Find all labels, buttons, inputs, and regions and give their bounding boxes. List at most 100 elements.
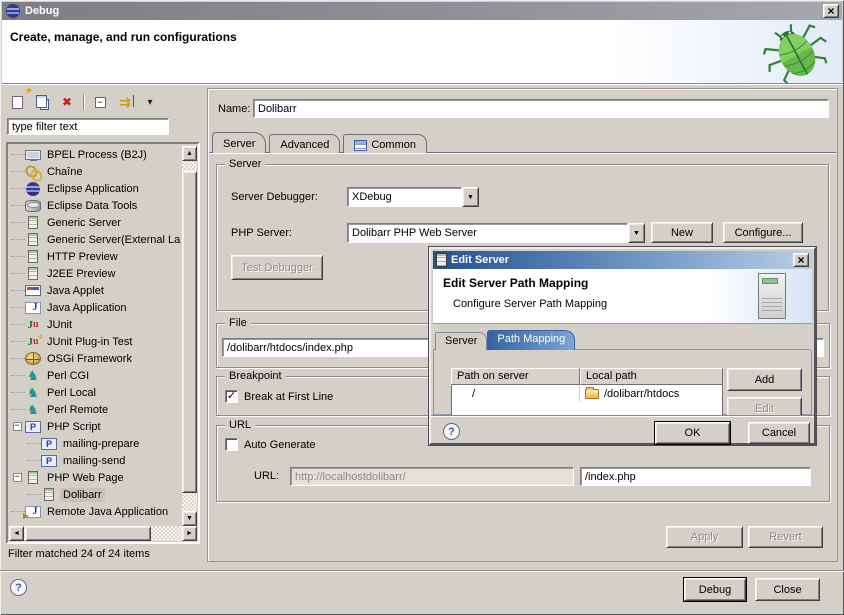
table-header-row: Path on server Local path: [451, 368, 723, 385]
configurations-panel: BPEL Process (B2J) Chaîne Eclipse Applic…: [4, 88, 203, 562]
tree-item-j2ee-preview[interactable]: J2EE Preview: [9, 265, 182, 282]
help-icon[interactable]: [10, 579, 27, 596]
collapse-expander-icon[interactable]: [13, 473, 22, 482]
perl-icon: [25, 402, 41, 418]
tree-item-dolibarr[interactable]: Dolibarr: [9, 486, 182, 503]
tab-common[interactable]: Common: [343, 134, 427, 153]
edit-server-dialog: Edit Server Edit Server Path Mapping Con…: [429, 247, 816, 445]
server-icon: [25, 470, 41, 486]
filter-icon[interactable]: [114, 91, 136, 113]
tree-item-chaine[interactable]: Chaîne: [9, 163, 182, 180]
tree-item-perl-remote[interactable]: Perl Remote: [9, 401, 182, 418]
new-configuration-icon[interactable]: [6, 91, 28, 113]
revert-button: Revert: [748, 526, 823, 548]
name-input[interactable]: [253, 99, 829, 118]
tree-item-mailing-send[interactable]: mailing-send: [9, 452, 182, 469]
name-label: Name:: [218, 103, 250, 115]
tree-item-bpel-process[interactable]: BPEL Process (B2J): [9, 146, 182, 163]
server-icon: [25, 232, 41, 248]
edit-server-title: Edit Server: [451, 254, 509, 266]
tree-item-php-script[interactable]: PHP Script: [9, 418, 182, 435]
server-icon: [25, 215, 41, 231]
edit-server-subheading: Configure Server Path Mapping: [453, 298, 607, 310]
collapse-expander-icon[interactable]: [13, 422, 22, 431]
help-icon[interactable]: [443, 423, 460, 440]
edit-server-tabs: Server Path Mapping: [435, 330, 575, 350]
php-icon: [25, 421, 41, 433]
close-icon[interactable]: [823, 4, 839, 18]
add-mapping-button[interactable]: Add: [727, 368, 802, 391]
column-local-path[interactable]: Local path: [580, 368, 723, 385]
close-icon[interactable]: [793, 253, 809, 267]
configurations-toolbar: [6, 90, 161, 114]
server-tower-icon: [758, 273, 786, 319]
banner-title: Create, manage, and run configurations: [10, 30, 237, 44]
server-icon: [25, 266, 41, 282]
window-title: Debug: [25, 5, 59, 17]
collapse-all-icon[interactable]: [89, 91, 111, 113]
php-server-label: PHP Server:: [231, 227, 292, 239]
test-debugger-button: Test Debugger: [231, 255, 323, 280]
tree-item-mailing-prepare[interactable]: mailing-prepare: [9, 435, 182, 452]
tree-item-junit-plugin-test[interactable]: JUnit Plug-in Test: [9, 333, 182, 350]
chevron-down-icon[interactable]: [462, 187, 479, 207]
table-row[interactable]: / /dolibarr/htdocs: [452, 385, 722, 402]
tree-item-osgi-framework[interactable]: OSGi Framework: [9, 350, 182, 367]
new-server-button[interactable]: New: [651, 222, 713, 243]
banner: Create, manage, and run configurations: [2, 20, 842, 84]
tree-item-junit[interactable]: JUnit: [9, 316, 182, 333]
breakpoint-group-label: Breakpoint: [225, 370, 286, 382]
tree-item-eclipse-data-tools[interactable]: Eclipse Data Tools: [9, 197, 182, 214]
server-icon: [41, 487, 57, 503]
tab-server[interactable]: Server: [212, 132, 266, 153]
title-bar: Debug: [2, 2, 842, 20]
horizontal-scroll-thumb[interactable]: [25, 526, 151, 541]
chevron-down-icon[interactable]: [628, 223, 645, 243]
perl-icon: [25, 368, 41, 384]
edit-server-button-bar: OK Cancel: [431, 415, 814, 443]
eclipse-icon: [5, 3, 21, 19]
ok-button[interactable]: OK: [655, 422, 730, 444]
column-path-on-server[interactable]: Path on server: [451, 368, 580, 385]
tab-path-mapping[interactable]: Path Mapping: [487, 330, 575, 350]
configure-server-button[interactable]: Configure...: [723, 222, 803, 243]
tree-item-generic-server[interactable]: Generic Server: [9, 214, 182, 231]
close-button[interactable]: Close: [755, 578, 820, 601]
duplicate-configuration-icon[interactable]: [31, 91, 53, 113]
tab-server-settings[interactable]: Server: [435, 332, 487, 350]
tree-item-java-applet[interactable]: Java Applet: [9, 282, 182, 299]
tab-advanced[interactable]: Advanced: [269, 134, 340, 153]
php-icon: [41, 438, 57, 450]
tree-item-php-web-page[interactable]: PHP Web Page: [9, 469, 182, 486]
server-debugger-combo[interactable]: XDebug: [347, 187, 479, 207]
tree-item-remote-java-application[interactable]: Remote Java Application: [9, 503, 182, 520]
scroll-down-icon[interactable]: ▼: [182, 511, 197, 526]
osgi-icon: [25, 352, 41, 365]
junit-plugin-icon: [25, 334, 41, 350]
vertical-scroll-thumb[interactable]: [182, 171, 197, 493]
base-url-input: [290, 467, 574, 486]
scroll-left-icon[interactable]: ◄: [9, 526, 24, 541]
auto-generate-row: Auto Generate: [225, 438, 316, 451]
menu-dropdown-icon[interactable]: [139, 91, 161, 113]
tree-item-http-preview[interactable]: HTTP Preview: [9, 248, 182, 265]
horizontal-scrollbar[interactable]: ◄ ►: [9, 526, 197, 541]
debug-button[interactable]: Debug: [684, 578, 746, 601]
tree-item-perl-local[interactable]: Perl Local: [9, 384, 182, 401]
tree-item-generic-server-external[interactable]: Generic Server(External La: [9, 231, 182, 248]
server-debugger-label: Server Debugger:: [231, 191, 318, 203]
vertical-scrollbar[interactable]: ▲ ▼: [182, 146, 197, 526]
tree-item-eclipse-application[interactable]: Eclipse Application: [9, 180, 182, 197]
php-server-combo[interactable]: Dolibarr PHP Web Server: [347, 223, 645, 243]
break-first-line-checkbox[interactable]: [225, 390, 238, 403]
cancel-button[interactable]: Cancel: [748, 422, 810, 444]
tree-item-perl-cgi[interactable]: Perl CGI: [9, 367, 182, 384]
scroll-up-icon[interactable]: ▲: [182, 146, 197, 161]
url-path-input[interactable]: [580, 467, 811, 486]
edit-server-heading: Edit Server Path Mapping: [443, 276, 588, 290]
auto-generate-checkbox[interactable]: [225, 438, 238, 451]
delete-configuration-icon[interactable]: [56, 91, 78, 113]
tree-item-java-application[interactable]: Java Application: [9, 299, 182, 316]
filter-input[interactable]: [7, 118, 169, 135]
scroll-right-icon[interactable]: ►: [182, 526, 197, 541]
